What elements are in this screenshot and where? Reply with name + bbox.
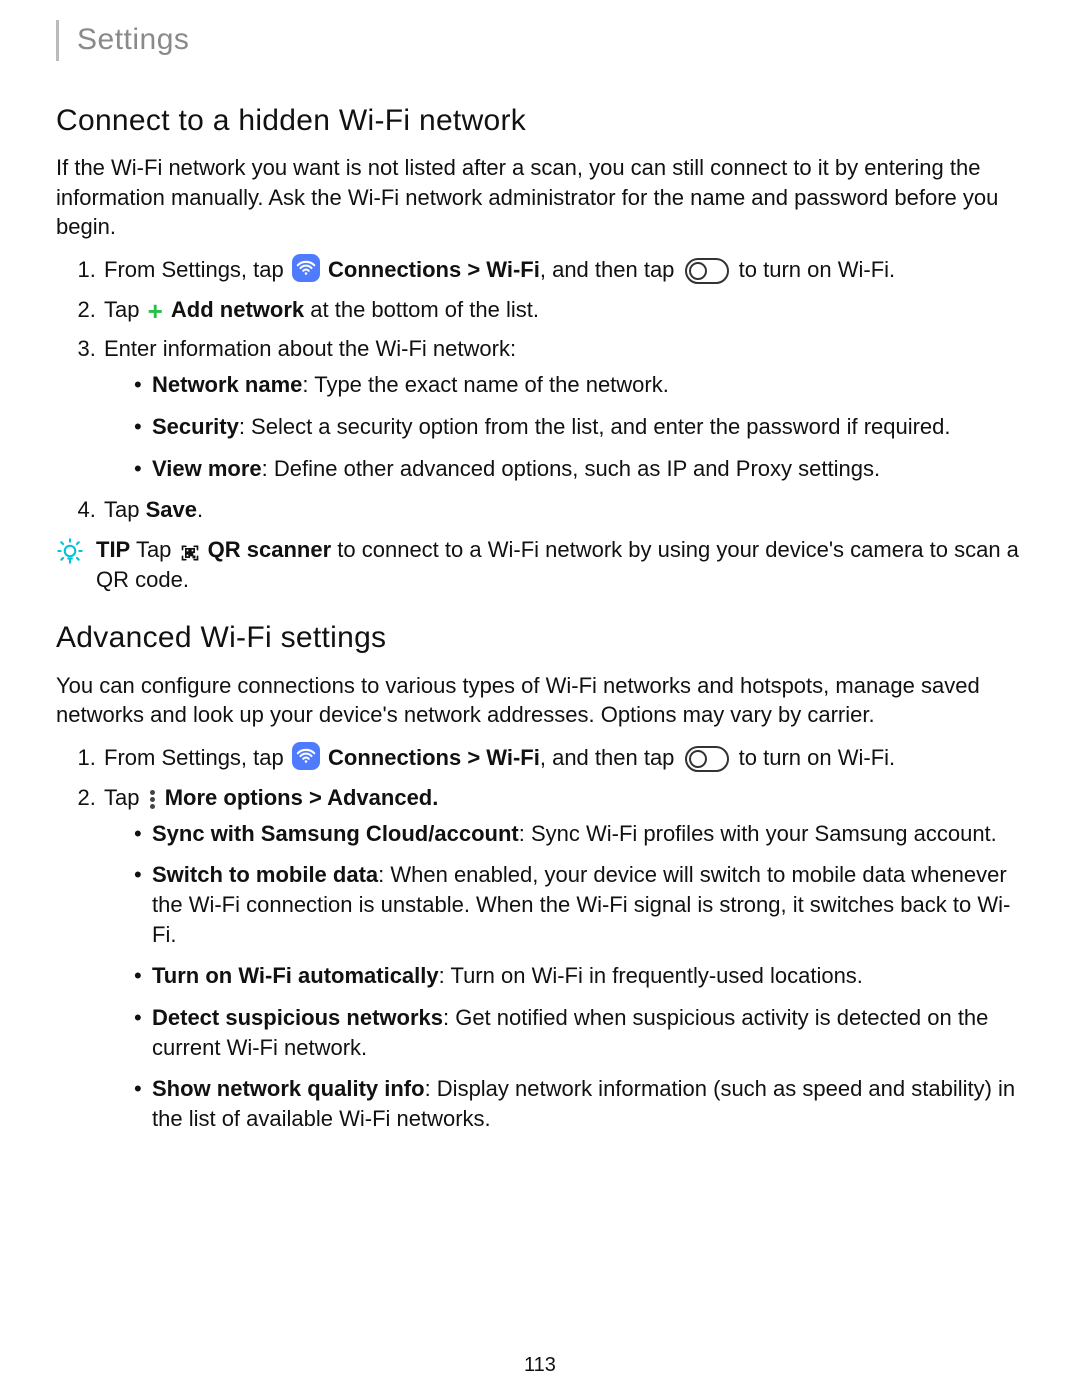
step-label: Save [146, 497, 197, 522]
steps-list-advanced-wifi: From Settings, tap Connections > Wi-Fi, … [56, 742, 1024, 1134]
bullet-label: Security [152, 414, 239, 439]
step-text: Tap [104, 785, 139, 810]
bullet-label: Show network quality info [152, 1076, 425, 1101]
tip-block: TIP Tap QR scanner to connect to a Wi-Fi… [56, 535, 1024, 594]
step-label: Add network [171, 297, 304, 322]
step-3: Enter information about the Wi-Fi networ… [102, 334, 1024, 483]
list-item: Sync with Samsung Cloud/account: Sync Wi… [134, 819, 1024, 849]
tip-label: TIP [96, 537, 130, 562]
section-title-hidden-wifi: Connect to a hidden Wi-Fi network [56, 101, 1024, 142]
step-text: Tap [104, 297, 139, 322]
step-label: Connections > Wi-Fi [328, 745, 540, 770]
tip-text-a: Tap [130, 537, 171, 562]
step-2: Tap More options > Advanced. Sync with S… [102, 783, 1024, 1134]
step-text: , and then tap [540, 257, 675, 282]
step-label: More options > Advanced. [165, 785, 439, 810]
wifi-icon [292, 254, 320, 282]
step-label: Connections > Wi-Fi [328, 257, 540, 282]
step-text: to turn on Wi-Fi. [739, 257, 895, 282]
bullet-label: View more [152, 456, 262, 481]
tip-text: TIP Tap QR scanner to connect to a Wi-Fi… [96, 535, 1024, 594]
sub-bullets: Sync with Samsung Cloud/account: Sync Wi… [104, 819, 1024, 1134]
page: Settings Connect to a hidden Wi-Fi netwo… [0, 0, 1080, 1397]
bullet-text: : Type the exact name of the network. [302, 372, 668, 397]
bullet-label: Switch to mobile data [152, 862, 378, 887]
bullet-label: Turn on Wi-Fi automatically [152, 963, 439, 988]
tip-lightbulb-icon [56, 537, 84, 573]
step-1: From Settings, tap Connections > Wi-Fi, … [102, 742, 1024, 773]
bullet-text: : Sync Wi-Fi profiles with your Samsung … [519, 821, 997, 846]
step-text: . [197, 497, 203, 522]
bullet-label: Detect suspicious networks [152, 1005, 443, 1030]
list-item: Detect suspicious networks: Get notified… [134, 1003, 1024, 1062]
tip-label-b: QR scanner [208, 537, 332, 562]
more-options-icon [150, 788, 155, 811]
list-item: Security: Select a security option from … [134, 412, 1024, 442]
list-item: Network name: Type the exact name of the… [134, 370, 1024, 400]
step-2: Tap + Add network at the bottom of the l… [102, 295, 1024, 325]
wifi-icon [292, 742, 320, 770]
step-text: Tap [104, 497, 146, 522]
toggle-icon [685, 258, 729, 284]
steps-list-hidden-wifi: From Settings, tap Connections > Wi-Fi, … [56, 254, 1024, 525]
bullet-text: : Select a security option from the list… [239, 414, 951, 439]
bullet-label: Network name [152, 372, 302, 397]
list-item: Switch to mobile data: When enabled, you… [134, 860, 1024, 949]
bullet-text: : Turn on Wi-Fi in frequently-used locat… [439, 963, 863, 988]
step-text: From Settings, tap [104, 745, 284, 770]
step-text: From Settings, tap [104, 257, 284, 282]
step-text: at the bottom of the list. [304, 297, 539, 322]
list-item: View more: Define other advanced options… [134, 454, 1024, 484]
step-4: Tap Save. [102, 495, 1024, 525]
page-number: 113 [0, 1352, 1080, 1379]
step-text: Enter information about the Wi-Fi networ… [104, 336, 516, 361]
list-item: Turn on Wi-Fi automatically: Turn on Wi-… [134, 961, 1024, 991]
step-1: From Settings, tap Connections > Wi-Fi, … [102, 254, 1024, 285]
qr-scanner-icon [180, 541, 200, 561]
breadcrumb: Settings [56, 20, 1024, 61]
intro-paragraph: You can configure connections to various… [56, 671, 1024, 730]
bullet-text: : Define other advanced options, such as… [262, 456, 880, 481]
intro-paragraph: If the Wi-Fi network you want is not lis… [56, 153, 1024, 242]
bullet-label: Sync with Samsung Cloud/account [152, 821, 519, 846]
toggle-icon [685, 746, 729, 772]
step-text: to turn on Wi-Fi. [739, 745, 895, 770]
list-item: Show network quality info: Display netwo… [134, 1074, 1024, 1133]
plus-icon: + [148, 298, 163, 324]
step-text: , and then tap [540, 745, 675, 770]
sub-bullets: Network name: Type the exact name of the… [104, 370, 1024, 483]
section-title-advanced-wifi: Advanced Wi-Fi settings [56, 618, 1024, 659]
